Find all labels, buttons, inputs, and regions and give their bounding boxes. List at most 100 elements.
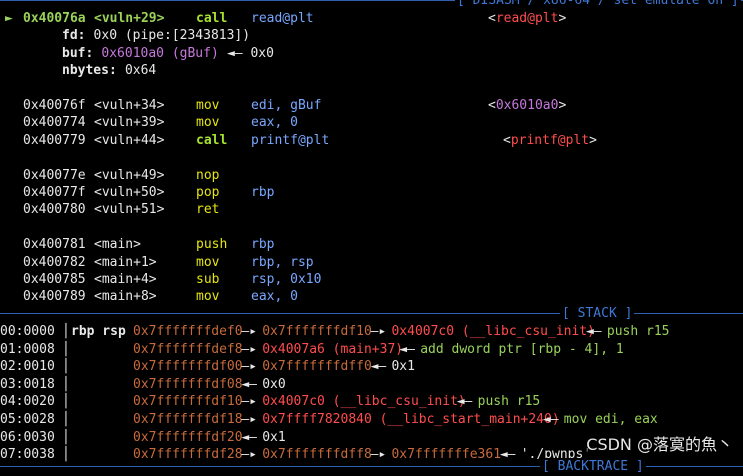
arg-value: 0x64 <box>124 63 157 79</box>
backtrace-header: [ BACKTRACE ] <box>540 458 646 476</box>
symbol-offset: <main> <box>94 237 141 253</box>
stack-value: 0x7fffffffdef0 <box>133 324 243 339</box>
instruction-address: 0x400779 <box>23 132 86 148</box>
stack-index: 06:0030 <box>0 429 55 445</box>
stack-value: 0x7fffffffdf28 <box>133 447 243 463</box>
instruction-address: 0x400782 <box>23 254 86 270</box>
stack-value: 0x7fffffffdef8 <box>133 341 243 357</box>
mnemonic: pop <box>196 185 220 200</box>
stack-value: mov edi, eax <box>563 412 658 427</box>
operands: eax, 0 <box>251 115 298 131</box>
instruction-address: 0x400789 <box>23 289 86 305</box>
pointer-arrow-icon: —▸ <box>233 447 265 463</box>
terminal-window[interactable]: [ DISASM / x86-64 / set emulate on ] ► 0x… <box>0 0 743 476</box>
stack-index: 03:0018 <box>0 376 55 392</box>
operands: rbp, rsp <box>251 254 314 270</box>
stack-separator: │ <box>62 359 70 375</box>
symbol-offset: <vuln+49> <box>94 167 165 183</box>
pointer-arrow-icon: ◄— <box>233 376 265 392</box>
instruction-address: 0x40076f <box>23 98 86 113</box>
stack-value: push r15 <box>477 394 541 410</box>
comment: <0x6010a0> <box>488 98 567 113</box>
operands: read@plt <box>251 11 314 26</box>
mnemonic: sub <box>196 272 220 287</box>
stack-value: 0x7fffffffdf18 <box>133 412 243 427</box>
operands: printf@plt <box>251 132 330 148</box>
stack-separator: │ <box>62 429 70 445</box>
stack-value: 0x4007c0 (__libc_csu_init) <box>262 394 466 410</box>
stack-value: 0x7fffffffdf20 <box>133 429 243 445</box>
stack-index: 04:0020 <box>0 394 55 410</box>
mnemonic: call <box>196 11 228 26</box>
symbol-offset: <vuln+50> <box>94 185 165 200</box>
stack-index: 01:0008 <box>0 341 55 357</box>
pointer-arrow-icon: ◄— <box>535 412 567 427</box>
pointer-arrow-icon: ◄— <box>578 324 610 339</box>
mnemonic: mov <box>196 254 220 270</box>
stack-separator: │ <box>62 394 70 410</box>
mnemonic: mov <box>196 98 220 113</box>
operands: rbp <box>251 185 275 200</box>
pointer-arrow-icon: —▸ <box>233 412 265 427</box>
pointer-arrow-icon: —▸ <box>233 359 265 375</box>
stack-value: 0x4007c0 (__libc_csu_init) <box>391 324 595 339</box>
mnemonic: mov <box>196 115 220 131</box>
stack-value: 0x7fffffffdf08 <box>133 376 243 392</box>
symbol-offset: <main+1> <box>94 254 157 270</box>
stack-value: 0x7fffffffdf10 <box>262 324 372 339</box>
pointer-arrow-icon: —▸ <box>362 324 395 339</box>
instruction-address: 0x400781 <box>23 237 86 253</box>
mnemonic: call <box>196 132 228 148</box>
stack-value: push r15 <box>606 324 670 339</box>
symbol-offset: <vuln+44> <box>94 132 165 148</box>
stack-separator: │ <box>62 447 70 463</box>
stack-separator: │ <box>62 341 70 357</box>
stack-value: 0x0 <box>262 376 286 392</box>
stack-value: 0x1 <box>391 359 415 375</box>
symbol-offset: <vuln+29> <box>94 11 165 26</box>
stack-index: 07:0038 <box>0 447 55 463</box>
symbol-offset: <vuln+34> <box>94 98 165 113</box>
symbol-offset: <vuln+39> <box>94 115 165 131</box>
instruction-address: 0x400780 <box>23 202 86 218</box>
arg-value: 0x6010a0 (gBuf) <box>101 45 219 61</box>
disasm-header: [ DISASM / x86-64 / set emulate on ] <box>455 0 741 10</box>
comment: <printf@plt> <box>503 132 597 148</box>
stack-separator: │ <box>62 412 70 427</box>
comment: <read@plt> <box>488 11 567 26</box>
pointer-arrow-icon: ◄— <box>448 394 481 410</box>
instruction-address: 0x40077f <box>23 185 86 200</box>
stack-value: 0x7fffffffe361 <box>391 447 502 463</box>
stack-value: 0x7fffffffdf10 <box>133 394 243 410</box>
stack-value: add dword ptr [rbp - 4], 1 <box>420 341 624 357</box>
stack-index: 02:0010 <box>0 359 55 375</box>
operands: eax, 0 <box>251 289 298 305</box>
arg-suffix: ◄— 0x0 <box>219 45 274 61</box>
stack-value: 0x7fffffffdff8 <box>262 447 372 463</box>
stack-value: 0x7fffffffdf00 <box>133 359 243 375</box>
operands: rsp, 0x10 <box>251 272 322 287</box>
operands: rbp <box>251 237 275 253</box>
instruction-address: 0x40076a <box>23 11 86 26</box>
pointer-arrow-icon: ◄— <box>362 359 395 375</box>
mnemonic: mov <box>196 289 220 305</box>
stack-separator: │ <box>62 376 70 392</box>
instruction-address: 0x400774 <box>23 115 86 131</box>
stack-registers: rbp rsp <box>71 324 126 339</box>
pointer-arrow-icon: —▸ <box>233 341 265 357</box>
stack-index: 00:0000 <box>0 324 55 339</box>
stack-value: 0x7fffffffdff0 <box>262 359 372 375</box>
instruction-address: 0x400785 <box>23 272 86 287</box>
mnemonic: ret <box>196 202 220 218</box>
instruction-address: 0x40077e <box>23 167 86 183</box>
mnemonic: push <box>196 237 228 253</box>
stack-header: [ STACK ] <box>560 305 635 323</box>
mnemonic: nop <box>196 167 220 183</box>
current-instruction-arrow-icon: ► <box>5 11 13 26</box>
stack-separator: │ <box>62 324 70 339</box>
arg-name: fd: <box>62 28 86 44</box>
watermark-text: CSDN @落寞的魚丶 <box>584 435 735 454</box>
pointer-arrow-icon: ◄— <box>492 447 524 463</box>
pointer-arrow-icon: ◄— <box>233 429 265 445</box>
symbol-offset: <main+8> <box>94 289 157 305</box>
